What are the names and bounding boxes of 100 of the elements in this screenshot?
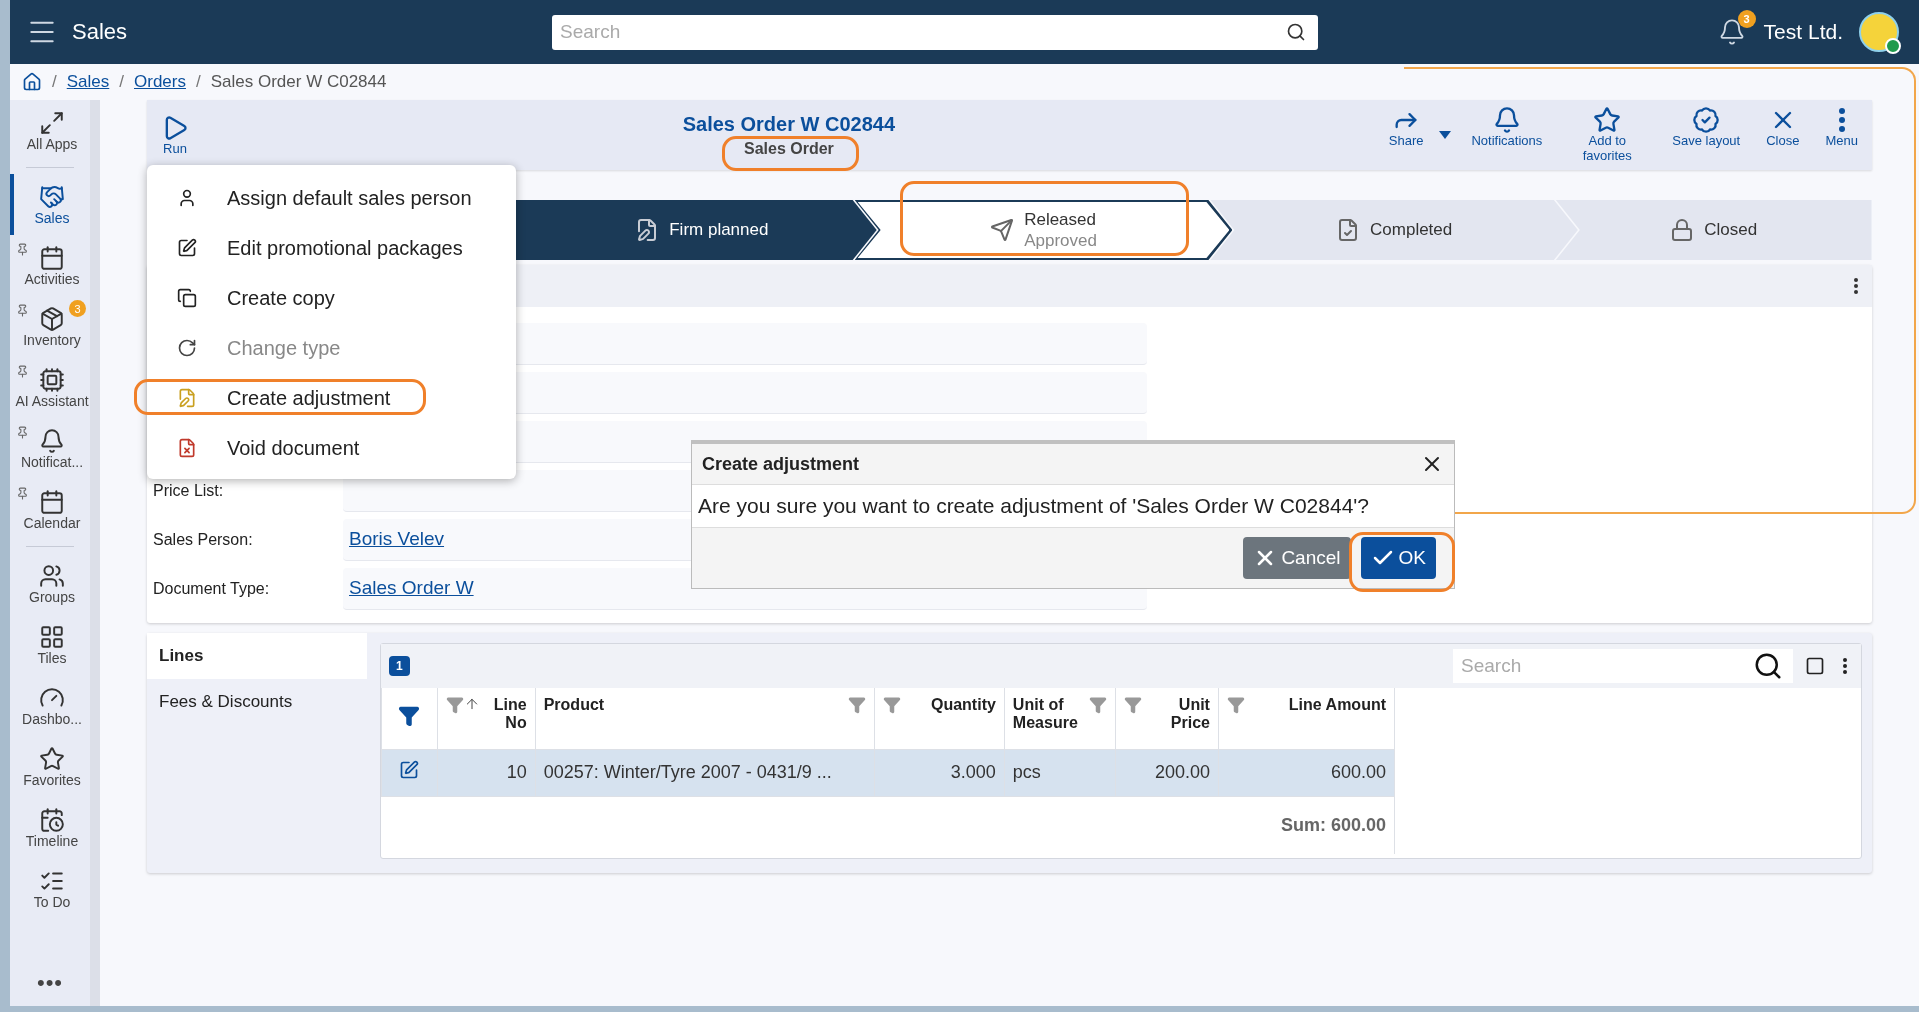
calendar-clock-icon bbox=[39, 807, 65, 833]
count-badge: 3 bbox=[69, 300, 86, 317]
sidebar-item[interactable]: All Apps bbox=[10, 100, 90, 161]
document-pen-icon bbox=[177, 388, 197, 408]
toolbar-button[interactable]: Menu bbox=[1819, 106, 1864, 149]
breadcrumb-link[interactable]: Sales bbox=[66, 72, 110, 92]
notification-badge: 3 bbox=[1737, 10, 1756, 28]
kebab-icon[interactable] bbox=[1843, 658, 1847, 674]
sidebar-item[interactable]: Notificat... bbox=[10, 418, 90, 479]
sidebar-item[interactable]: 3 Inventory bbox=[10, 296, 90, 357]
checkbox-icon bbox=[1805, 656, 1825, 676]
bell-icon bbox=[39, 428, 65, 454]
toolbar-button[interactable]: Close bbox=[1760, 106, 1806, 149]
step-label: Completed bbox=[1370, 219, 1453, 241]
breadcrumb-separator: / bbox=[195, 72, 201, 92]
star-icon bbox=[1593, 106, 1622, 135]
search-field[interactable]: Search bbox=[1453, 649, 1793, 683]
breadcrumb-separator: / bbox=[119, 72, 124, 92]
step-label: Closed bbox=[1704, 219, 1758, 241]
table-cell: 10 bbox=[437, 749, 536, 796]
caret-icon[interactable] bbox=[1439, 131, 1452, 139]
bell-icon bbox=[1492, 106, 1521, 135]
sidebar-item[interactable]: Activities bbox=[10, 235, 90, 296]
paper-plane-icon bbox=[990, 218, 1015, 242]
run-button[interactable]: Run bbox=[155, 113, 195, 157]
table-cell: 600.00 bbox=[1218, 749, 1395, 796]
field-link[interactable]: Sales Order W bbox=[349, 577, 474, 599]
sidebar-item[interactable]: Timeline bbox=[10, 797, 90, 858]
menu-item[interactable]: Void document bbox=[147, 423, 516, 473]
sidebar-item[interactable]: Calendar bbox=[10, 479, 90, 540]
document-type: Sales Order bbox=[743, 139, 834, 158]
chip-icon bbox=[39, 367, 65, 393]
home-icon bbox=[22, 72, 42, 92]
sum-total: Sum: 600.00 bbox=[381, 796, 1395, 854]
table-cell: 3.000 bbox=[874, 749, 1005, 796]
refresh-icon bbox=[177, 338, 197, 358]
pin-icon[interactable] bbox=[16, 243, 29, 256]
box-icon bbox=[39, 306, 65, 332]
pin-icon[interactable] bbox=[16, 426, 29, 439]
table-cell: 00257: Winter/Tyre 2007 - 0431/9 ... bbox=[535, 749, 875, 796]
step-label: Released bbox=[1024, 208, 1097, 230]
breadcrumb-current: Sales Order W C02844 bbox=[210, 72, 387, 92]
edit-icon bbox=[177, 238, 197, 258]
edit-icon[interactable] bbox=[399, 760, 420, 780]
count-badge: 1 bbox=[389, 656, 410, 676]
field-label: Document Type: bbox=[152, 579, 271, 598]
step-label: Firm planned bbox=[669, 219, 769, 241]
field-label: Price List: bbox=[152, 481, 225, 500]
sidebar-item[interactable]: Favorites bbox=[10, 736, 90, 797]
sidebar-item[interactable]: Sales bbox=[10, 174, 90, 235]
dialog-message: Are you sure you want to create adjustment of 'Sales Order W C02844'? bbox=[692, 485, 1454, 528]
lock-icon bbox=[1670, 218, 1695, 242]
badge-check-icon bbox=[1692, 106, 1721, 135]
cancel-button[interactable]: Cancel bbox=[1243, 537, 1351, 579]
app-title: Sales bbox=[72, 19, 129, 45]
sidebar-item[interactable]: AI Assistant bbox=[10, 357, 90, 418]
menu-item[interactable]: Edit promotional packages bbox=[147, 223, 516, 273]
menu-item[interactable]: Assign default sales person bbox=[147, 173, 516, 223]
section-tab[interactable]: Fees & Discounts bbox=[147, 679, 367, 725]
menu-item[interactable]: Create copy bbox=[147, 273, 516, 323]
toolbar-button[interactable]: Save layout bbox=[1666, 106, 1747, 149]
pin-icon[interactable] bbox=[16, 487, 29, 500]
section-tab[interactable]: Lines bbox=[147, 633, 367, 679]
toolbar-button[interactable]: Notifications bbox=[1465, 106, 1549, 149]
field-link[interactable]: Boris Velev bbox=[349, 528, 445, 550]
dialog-title: Create adjustment bbox=[702, 453, 860, 475]
document-title: Sales Order W C02844 bbox=[682, 112, 896, 136]
filter-icon[interactable] bbox=[398, 705, 421, 728]
calendar-icon bbox=[39, 245, 65, 271]
breadcrumb-link[interactable]: Orders bbox=[134, 72, 186, 92]
field-label: Sales Person: bbox=[152, 530, 254, 549]
document-x-icon bbox=[177, 438, 197, 458]
breadcrumb-separator: / bbox=[52, 72, 57, 92]
table-cell: pcs bbox=[1004, 749, 1116, 796]
search-icon bbox=[1286, 22, 1306, 42]
toolbar-button[interactable]: Share bbox=[1382, 106, 1430, 149]
ok-button[interactable]: OK bbox=[1360, 537, 1436, 579]
sidebar-item[interactable]: Dashbo... bbox=[10, 675, 90, 736]
copy-icon bbox=[177, 288, 197, 308]
person-icon bbox=[177, 188, 197, 208]
kebab-icon[interactable] bbox=[1854, 278, 1858, 294]
handshake-icon bbox=[39, 184, 65, 210]
step-sublabel: Approved bbox=[1024, 230, 1097, 252]
people-icon bbox=[39, 563, 65, 589]
grid-icon bbox=[39, 624, 65, 650]
pin-icon[interactable] bbox=[16, 365, 29, 378]
company-name: Test Ltd. bbox=[1763, 20, 1843, 44]
avatar-icon[interactable] bbox=[1859, 12, 1899, 52]
sidebar-item[interactable]: Tiles bbox=[10, 614, 90, 675]
sidebar-item[interactable]: Groups bbox=[10, 553, 90, 614]
table-cell: 200.00 bbox=[1115, 749, 1219, 796]
search-field[interactable]: Search bbox=[552, 14, 1318, 50]
star-icon bbox=[39, 746, 65, 772]
expand-icon bbox=[39, 110, 65, 136]
toolbar-button[interactable]: Add to favorites bbox=[1562, 106, 1653, 164]
kebab-icon bbox=[1838, 108, 1845, 133]
calendar-icon bbox=[39, 489, 65, 515]
more-icon[interactable]: ••• bbox=[10, 970, 90, 1006]
pin-icon[interactable] bbox=[16, 304, 29, 317]
sidebar-item[interactable]: To Do bbox=[10, 858, 90, 919]
